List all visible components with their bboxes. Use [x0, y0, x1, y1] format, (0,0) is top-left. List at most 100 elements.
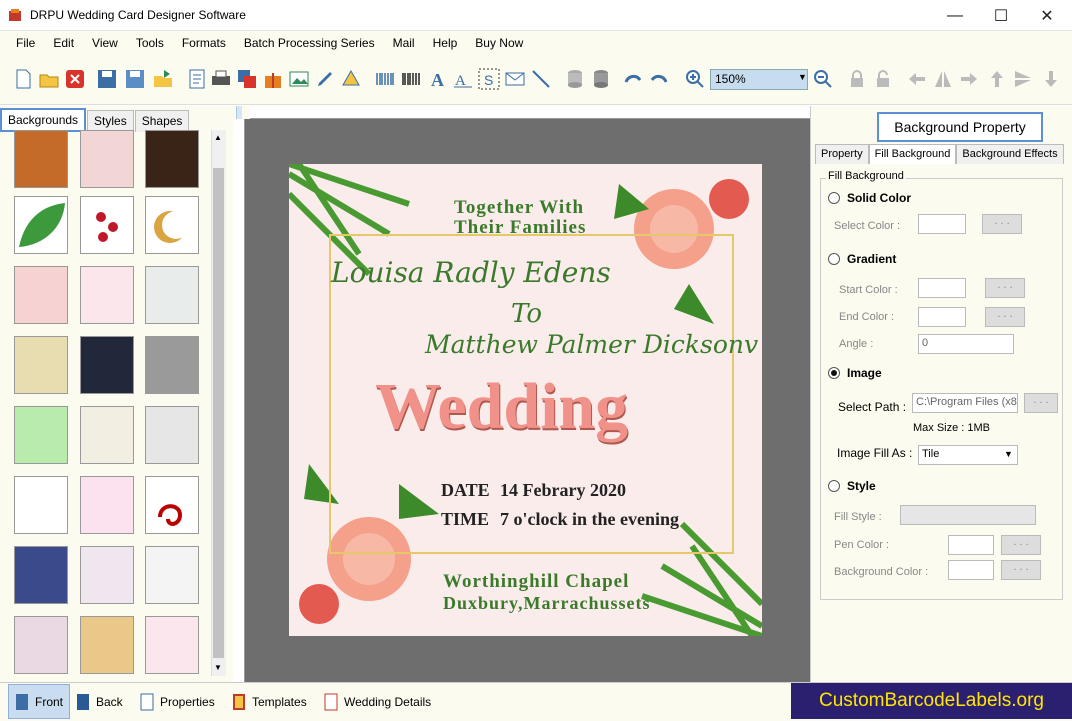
text-icon[interactable]: A — [426, 68, 448, 90]
thumb-17[interactable] — [80, 476, 134, 534]
thumb-12[interactable] — [145, 336, 199, 394]
arrow-right-icon[interactable] — [958, 68, 980, 90]
save-icon[interactable] — [96, 68, 118, 90]
image-radio[interactable] — [828, 367, 840, 379]
back-button[interactable]: Back — [76, 684, 123, 719]
thumb-13[interactable] — [14, 406, 68, 464]
menu-batch[interactable]: Batch Processing Series — [244, 36, 375, 50]
save-as-icon[interactable] — [124, 68, 146, 90]
barcode-icon[interactable] — [374, 68, 396, 90]
properties-button[interactable]: Properties — [140, 684, 215, 719]
scroll-down-icon[interactable]: ▼ — [214, 663, 222, 672]
arrow-left-icon[interactable] — [906, 68, 928, 90]
thumb-14[interactable] — [80, 406, 134, 464]
database2-icon[interactable] — [590, 68, 612, 90]
image-fill-select[interactable]: Tile — [918, 445, 1018, 465]
select-color-field[interactable] — [918, 214, 966, 234]
word-art-icon[interactable]: A — [452, 68, 474, 90]
thumb-11[interactable] — [80, 336, 134, 394]
properties-icon[interactable] — [186, 68, 208, 90]
wedding-details-button[interactable]: Wedding Details — [324, 684, 431, 719]
thumb-2[interactable] — [80, 130, 134, 188]
insert-image-icon[interactable] — [288, 68, 310, 90]
gift-icon[interactable] — [262, 68, 284, 90]
thumb-3[interactable] — [145, 130, 199, 188]
tab-backgrounds[interactable]: Backgrounds — [0, 108, 87, 132]
menu-tools[interactable]: Tools — [136, 36, 164, 50]
end-color-button[interactable]: . . . — [985, 307, 1025, 327]
thumb-10[interactable] — [14, 336, 68, 394]
start-color-button[interactable]: . . . — [985, 278, 1025, 298]
thumb-23[interactable] — [80, 616, 134, 674]
tab-property[interactable]: Property — [815, 144, 869, 164]
line-icon[interactable] — [530, 68, 552, 90]
arrow-down-icon[interactable] — [1040, 68, 1062, 90]
print-icon[interactable] — [210, 68, 232, 90]
style-radio[interactable] — [828, 480, 840, 492]
shape-icon[interactable] — [340, 68, 362, 90]
background-color-button[interactable]: . . . — [1001, 560, 1041, 580]
browse-path-button[interactable]: . . . — [1024, 393, 1058, 413]
thumb-5[interactable] — [80, 196, 134, 254]
fill-chevron-down-icon[interactable]: ▼ — [1004, 449, 1013, 459]
pen-color-field[interactable] — [948, 535, 994, 555]
signature-icon[interactable]: S — [478, 68, 500, 90]
thumb-4[interactable] — [14, 196, 68, 254]
select-color-button[interactable]: . . . — [982, 214, 1022, 234]
tab-shapes[interactable]: Shapes — [134, 110, 190, 132]
menu-view[interactable]: View — [92, 36, 118, 50]
pen-icon[interactable] — [314, 68, 336, 90]
undo-icon[interactable] — [622, 68, 644, 90]
zoom-select[interactable]: 150% — [710, 69, 808, 90]
unlock-icon[interactable] — [872, 68, 894, 90]
copy-icon[interactable] — [236, 68, 258, 90]
flip-vertical-icon[interactable] — [1012, 68, 1034, 90]
scroll-up-icon[interactable]: ▲ — [214, 133, 222, 142]
open-icon[interactable] — [38, 68, 60, 90]
thumb-8[interactable] — [80, 266, 134, 324]
menu-formats[interactable]: Formats — [182, 36, 226, 50]
end-color-field[interactable] — [918, 307, 966, 327]
tab-background-effects[interactable]: Background Effects — [956, 144, 1064, 164]
thumb-6[interactable] — [145, 196, 199, 254]
solid-color-radio[interactable] — [828, 192, 840, 204]
minimize-button[interactable]: — — [932, 0, 978, 31]
menu-mail[interactable]: Mail — [393, 36, 415, 50]
menu-edit[interactable]: Edit — [53, 36, 74, 50]
thumb-15[interactable] — [145, 406, 199, 464]
fill-style-select[interactable] — [900, 505, 1036, 525]
thumb-20[interactable] — [80, 546, 134, 604]
barcode2-icon[interactable] — [400, 68, 422, 90]
close-file-icon[interactable] — [64, 68, 86, 90]
menu-file[interactable]: File — [16, 36, 35, 50]
thumb-24[interactable] — [145, 616, 199, 674]
zoom-out-icon[interactable] — [812, 68, 834, 90]
thumb-16[interactable] — [14, 476, 68, 534]
thumb-7[interactable] — [14, 266, 68, 324]
thumb-9[interactable] — [145, 266, 199, 324]
pen-color-button[interactable]: . . . — [1001, 535, 1041, 555]
gradient-radio[interactable] — [828, 253, 840, 265]
wedding-card[interactable]: Together With Their Families Louisa Radl… — [289, 164, 762, 636]
zoom-in-icon[interactable] — [684, 68, 706, 90]
menu-help[interactable]: Help — [433, 36, 458, 50]
maximize-button[interactable]: ☐ — [978, 0, 1024, 31]
flip-icon[interactable] — [932, 68, 954, 90]
thumb-19[interactable] — [14, 546, 68, 604]
front-button[interactable]: Front — [8, 684, 70, 719]
tab-styles[interactable]: Styles — [87, 110, 134, 132]
thumb-18[interactable] — [145, 476, 199, 534]
scrollbar-thumb[interactable] — [213, 168, 224, 658]
email-icon[interactable] — [504, 68, 526, 90]
background-color-field[interactable] — [948, 560, 994, 580]
menu-buy-now[interactable]: Buy Now — [475, 36, 523, 50]
thumb-1[interactable] — [14, 130, 68, 188]
database-icon[interactable] — [564, 68, 586, 90]
redo-icon[interactable] — [648, 68, 670, 90]
thumb-21[interactable] — [145, 546, 199, 604]
tab-fill-background[interactable]: Fill Background — [868, 144, 957, 164]
templates-button[interactable]: Templates — [232, 684, 307, 719]
export-icon[interactable] — [152, 68, 174, 90]
new-icon[interactable] — [12, 68, 34, 90]
angle-stepper[interactable]: 0 — [918, 334, 1014, 354]
